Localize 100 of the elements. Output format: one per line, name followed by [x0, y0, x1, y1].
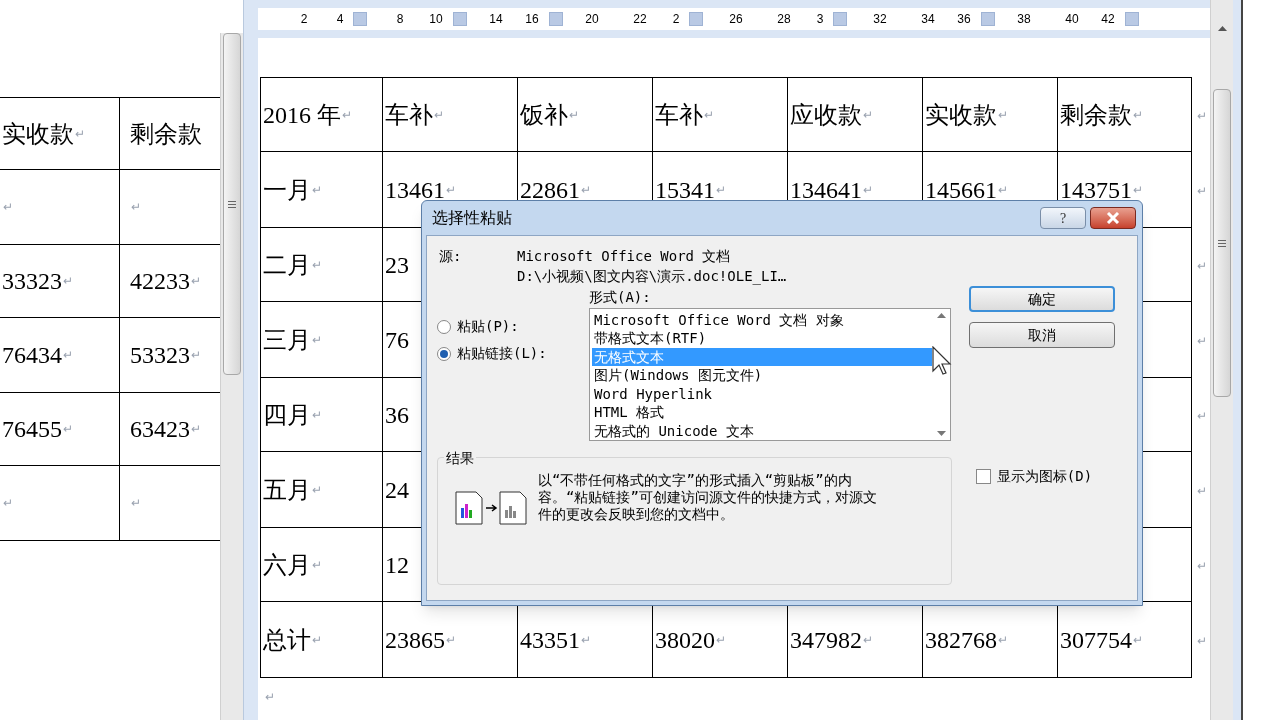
scroll-up-icon[interactable] [936, 313, 946, 318]
table-cell-text: 63423 [130, 415, 190, 444]
paragraph-mark: ↵ [581, 181, 591, 199]
help-button[interactable]: ? [1040, 207, 1086, 229]
paragraph-mark: ↵ [63, 273, 73, 290]
radio-label[interactable]: 粘贴链接(L): [457, 343, 547, 364]
source-text: Microsoft Office Word 文档 [517, 247, 732, 266]
grip-icon [228, 200, 236, 208]
list-item[interactable]: 无格式的 Unicode 文本 [592, 421, 932, 440]
table-cell-text: 2016 年 [263, 100, 341, 130]
column-marker-icon[interactable] [353, 12, 368, 26]
ruler-number: 20 [585, 11, 599, 28]
paragraph-mark: ↵ [63, 347, 73, 364]
paragraph-mark: ↵ [312, 481, 322, 499]
list-item[interactable]: Word Hyperlink [592, 384, 932, 404]
ruler-number: 38 [1017, 11, 1031, 28]
format-list[interactable]: Microsoft Office Word 文档 对象 带格式文本(RTF) 无格式文本 图片(Windows 图元文件) Word Hyperlink HTML 格式 无格式的 Unicode 文本 [589, 308, 951, 441]
table-cell-text: 33323 [2, 267, 62, 296]
paragraph-mark: ↵ [312, 181, 322, 199]
column-marker-icon[interactable] [980, 12, 995, 26]
paragraph-mark: ↵ [863, 181, 873, 199]
radio-label[interactable]: 粘贴(P): [457, 316, 519, 337]
table-cell-text: 22861 [520, 175, 580, 205]
dialog-button[interactable]: 确定 [969, 286, 1115, 312]
paragraph-mark: ↵ [434, 106, 444, 124]
paragraph-mark: ↵ [863, 631, 873, 649]
ruler-number: 28 [777, 11, 791, 28]
list-item[interactable]: 图片(Windows 图元文件) [592, 366, 932, 385]
paragraph-mark: ↵ [3, 495, 13, 512]
column-marker-icon[interactable] [452, 12, 467, 26]
table-cell-text: 六月 [263, 550, 311, 580]
column-marker-icon[interactable] [1124, 12, 1139, 26]
table-cell-text: 二月 [263, 250, 311, 280]
ruler-number: 16 [525, 11, 539, 28]
close-button[interactable] [1090, 207, 1136, 229]
paragraph-mark: ↵ [1197, 184, 1207, 198]
table-cell-text: 饭补 [520, 100, 568, 130]
paragraph-mark: ↵ [1133, 106, 1143, 124]
table-cell-text: 剩余款 [1060, 100, 1132, 130]
table-cell-text: 145661 [925, 175, 997, 205]
scroll-up-icon[interactable] [1217, 26, 1227, 31]
scrollbar-thumb[interactable] [1213, 89, 1231, 397]
ruler-number: 4 [336, 11, 344, 28]
table-cell-text: 15341 [655, 175, 715, 205]
checkbox-label[interactable]: 显示为图标(D) [996, 466, 1093, 487]
list-item[interactable]: Microsoft Office Word 文档 对象 [592, 311, 932, 330]
scrollbar[interactable] [1210, 0, 1233, 720]
dialog-title: 选择性粘贴 [432, 208, 512, 228]
table-cell-text: 车补 [385, 100, 433, 130]
ruler-number: 22 [633, 11, 647, 28]
source-label: 源: [438, 247, 463, 266]
ruler-number: 2 [672, 11, 680, 28]
column-marker-icon[interactable] [833, 12, 848, 26]
paragraph-mark: ↵ [716, 181, 726, 199]
paragraph-mark: ↵ [716, 631, 726, 649]
table-cell-text: 三月 [263, 325, 311, 355]
ruler-number: 36 [957, 11, 971, 28]
source-text: D:\小视频\图文内容\演示.doc!OLE_LI… [517, 267, 787, 286]
table-cell-text: 307754 [1060, 625, 1132, 655]
table-cell-text: 76 [385, 325, 409, 355]
table-cell-text: 实收款 [925, 100, 997, 130]
format-label: 形式(A): [589, 288, 652, 307]
table-cell-text: 13461 [385, 175, 445, 205]
ruler-number: 2 [300, 11, 308, 28]
table-cell-text: 23865 [385, 625, 445, 655]
paragraph-mark: ↵ [3, 199, 13, 216]
table-cell-text: 总计 [263, 625, 311, 655]
paragraph-mark: ↵ [312, 631, 322, 649]
ruler-number: 26 [729, 11, 743, 28]
table-cell-text: 12 [385, 550, 409, 580]
dialog-button[interactable]: 取消 [969, 322, 1115, 348]
ruler[interactable]: 2 4 8 10 14 16 20 22 2 26 28 3 32 34 36 38 40 42 [258, 0, 1210, 38]
paragraph-mark: ↵ [446, 181, 456, 199]
column-marker-icon[interactable] [548, 12, 563, 26]
scroll-down-icon[interactable] [936, 431, 946, 436]
radio-button[interactable] [437, 319, 451, 334]
paragraph-mark: ↵ [1197, 109, 1207, 123]
result-text: 以“不带任何格式的文字”的形式插入“剪贴板”的内容。“粘贴链接”可创建访问源文件的快捷方式，对源文件的更改会反映到您的文档中。 [538, 472, 878, 524]
list-item[interactable]: HTML 格式 [592, 403, 932, 422]
ruler-number: 10 [429, 11, 443, 28]
ruler-number: 14 [489, 11, 503, 28]
checkbox[interactable] [975, 469, 991, 484]
paragraph-mark: ↵ [1197, 559, 1207, 573]
table-cell-text: 一月 [263, 175, 311, 205]
scrollbar[interactable] [220, 33, 243, 720]
ruler-number: 3 [816, 11, 824, 28]
radio-button[interactable] [437, 346, 451, 361]
close-icon [1106, 212, 1120, 224]
list-item[interactable]: 带格式文本(RTF) [592, 329, 932, 348]
paragraph-mark: ↵ [998, 631, 1008, 649]
scrollbar-thumb[interactable] [223, 33, 241, 375]
table-cell-text: 实收款 [2, 119, 74, 149]
table-cell-text: 347982 [790, 625, 862, 655]
paste-link-icon [454, 490, 530, 526]
paragraph-mark: ↵ [569, 106, 579, 124]
paragraph-mark: ↵ [191, 421, 201, 438]
paragraph-mark: ↵ [131, 495, 141, 512]
column-marker-icon[interactable] [689, 12, 704, 26]
paragraph-mark: ↵ [581, 631, 591, 649]
paragraph-mark: ↵ [998, 181, 1008, 199]
